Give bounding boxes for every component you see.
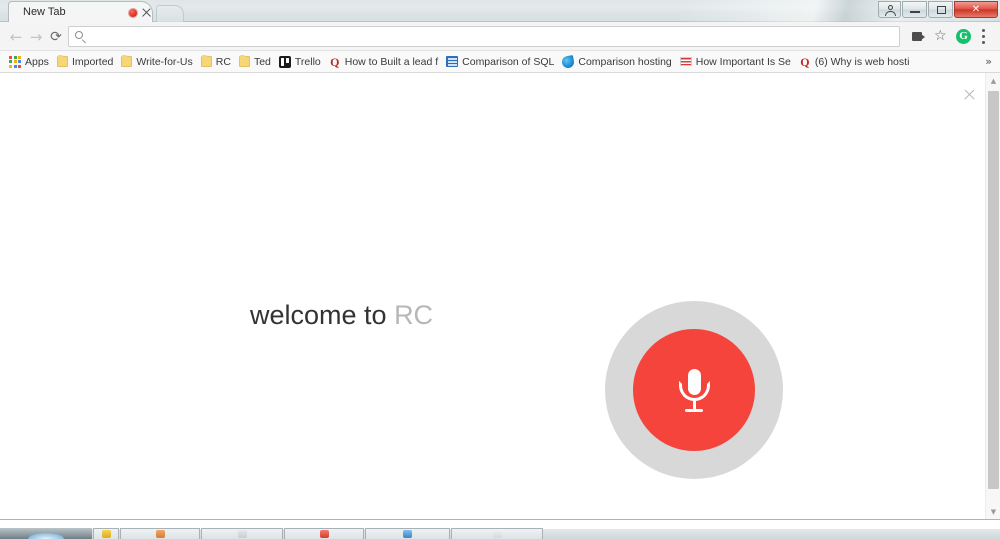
folder-icon (121, 55, 133, 67)
bookmark-label: Imported (71, 55, 114, 68)
taskbar-item-2[interactable] (120, 528, 200, 539)
bookmark-label: (6) Why is web hosti (814, 55, 910, 68)
bookmark-rc[interactable]: RC (198, 53, 236, 71)
browser-toolbar: ← → ⟳ ☆ G (0, 22, 1000, 51)
bookmark-how-to-built-a-lead[interactable]: Q How to Built a lead f (326, 53, 443, 71)
bookmark-apps[interactable]: Apps (6, 53, 54, 71)
bookmark-label: How to Built a lead f (344, 55, 439, 68)
maximize-icon (937, 6, 946, 14)
folder-icon (200, 55, 212, 67)
bookmark-star-icon[interactable]: ☆ (934, 29, 947, 43)
bookmark-comparison-hosting[interactable]: Comparison hosting (559, 53, 676, 71)
chrome-browser-window: New Tab ✕ ← → ⟳ ☆ G Apps Imported Write-… (0, 0, 1000, 539)
windows-taskbar (0, 519, 1000, 539)
bookmark-write-for-us[interactable]: Write-for-Us (118, 53, 197, 71)
title-bar: New Tab ✕ (0, 0, 1000, 22)
app-name: RC (394, 300, 434, 330)
bookmark-label: Trello (294, 55, 321, 68)
grammarly-extension-icon[interactable]: G (956, 29, 971, 44)
bookmarks-bar: Apps Imported Write-for-Us RC Ted Trello… (0, 51, 1000, 73)
new-tab-button[interactable] (156, 5, 184, 22)
taskbar-items (0, 528, 544, 539)
welcome-prefix: welcome to (250, 300, 395, 330)
bookmark-label: Ted (253, 55, 271, 68)
bookmark-label: Comparison of SQL (462, 55, 555, 68)
bookmark-label: RC (215, 55, 231, 68)
bookmark-why-is-web-hosting[interactable]: Q (6) Why is web hosti (796, 53, 915, 71)
tab-strip: New Tab (0, 0, 560, 22)
reload-button[interactable]: ⟳ (46, 27, 66, 47)
scrollbar-thumb[interactable] (988, 91, 999, 489)
bookmark-imported[interactable]: Imported (54, 53, 118, 71)
minimize-button[interactable] (902, 1, 927, 18)
user-account-button[interactable] (878, 1, 901, 18)
taskbar-item-1[interactable] (93, 528, 119, 539)
maximize-button[interactable] (928, 1, 953, 18)
minimize-icon (910, 11, 920, 13)
taskbar-item-6[interactable] (451, 528, 543, 539)
welcome-message: welcome to RC (250, 298, 433, 332)
bookmark-label: Comparison hosting (578, 55, 672, 68)
page-content: welcome to RC (0, 73, 1000, 519)
tab-close-icon[interactable] (141, 7, 152, 18)
tab-new-tab[interactable]: New Tab (8, 1, 153, 22)
bookmark-how-important-is-se[interactable]: How Important Is Se (677, 53, 796, 71)
search-icon (75, 31, 87, 43)
stripes-icon (679, 57, 692, 66)
microphone-record-button[interactable] (605, 301, 783, 479)
page-scrollbar[interactable]: ▲ ▼ (985, 73, 1000, 519)
microphone-button-inner (633, 329, 755, 451)
bookmarks-overflow-button[interactable]: » (985, 55, 992, 68)
quora-icon: Q (800, 54, 810, 69)
recording-dot-icon (129, 9, 137, 17)
scroll-down-arrow-icon[interactable]: ▼ (986, 504, 1000, 519)
user-body-icon (885, 11, 896, 16)
cast-icon[interactable] (912, 32, 925, 41)
bookmark-trello[interactable]: Trello (276, 53, 326, 71)
folder-icon (238, 55, 250, 67)
taskbar-item-4[interactable] (284, 528, 364, 539)
bookmark-label: How Important Is Se (695, 55, 791, 68)
taskbar-start-button[interactable] (0, 528, 92, 539)
tab-title: New Tab (23, 6, 66, 18)
table-icon (446, 56, 459, 67)
bookmark-comparison-of-sql[interactable]: Comparison of SQL (443, 53, 559, 71)
bookmark-label: Apps (25, 55, 49, 68)
microphone-icon (674, 365, 714, 415)
apps-grid-icon (9, 55, 21, 68)
back-button[interactable]: ← (6, 27, 26, 47)
bookmark-ted[interactable]: Ted (236, 53, 276, 71)
folder-icon (56, 55, 68, 67)
user-head-icon (888, 5, 893, 10)
address-bar-input[interactable] (91, 29, 871, 45)
quora-icon: Q (330, 54, 340, 69)
taskbar-item-5[interactable] (365, 528, 450, 539)
close-button[interactable]: ✕ (954, 1, 998, 18)
three-dot-menu-icon[interactable] (982, 28, 986, 45)
close-icon: ✕ (971, 4, 981, 15)
trello-icon (278, 55, 291, 68)
close-icon[interactable] (963, 88, 976, 101)
forward-button[interactable]: → (26, 27, 46, 47)
scroll-up-arrow-icon[interactable]: ▲ (986, 73, 1000, 88)
window-controls: ✕ (878, 1, 998, 18)
address-bar[interactable] (68, 26, 900, 47)
bookmark-label: Write-for-Us (136, 55, 193, 68)
droplet-icon (561, 54, 576, 69)
taskbar-item-3[interactable] (201, 528, 283, 539)
